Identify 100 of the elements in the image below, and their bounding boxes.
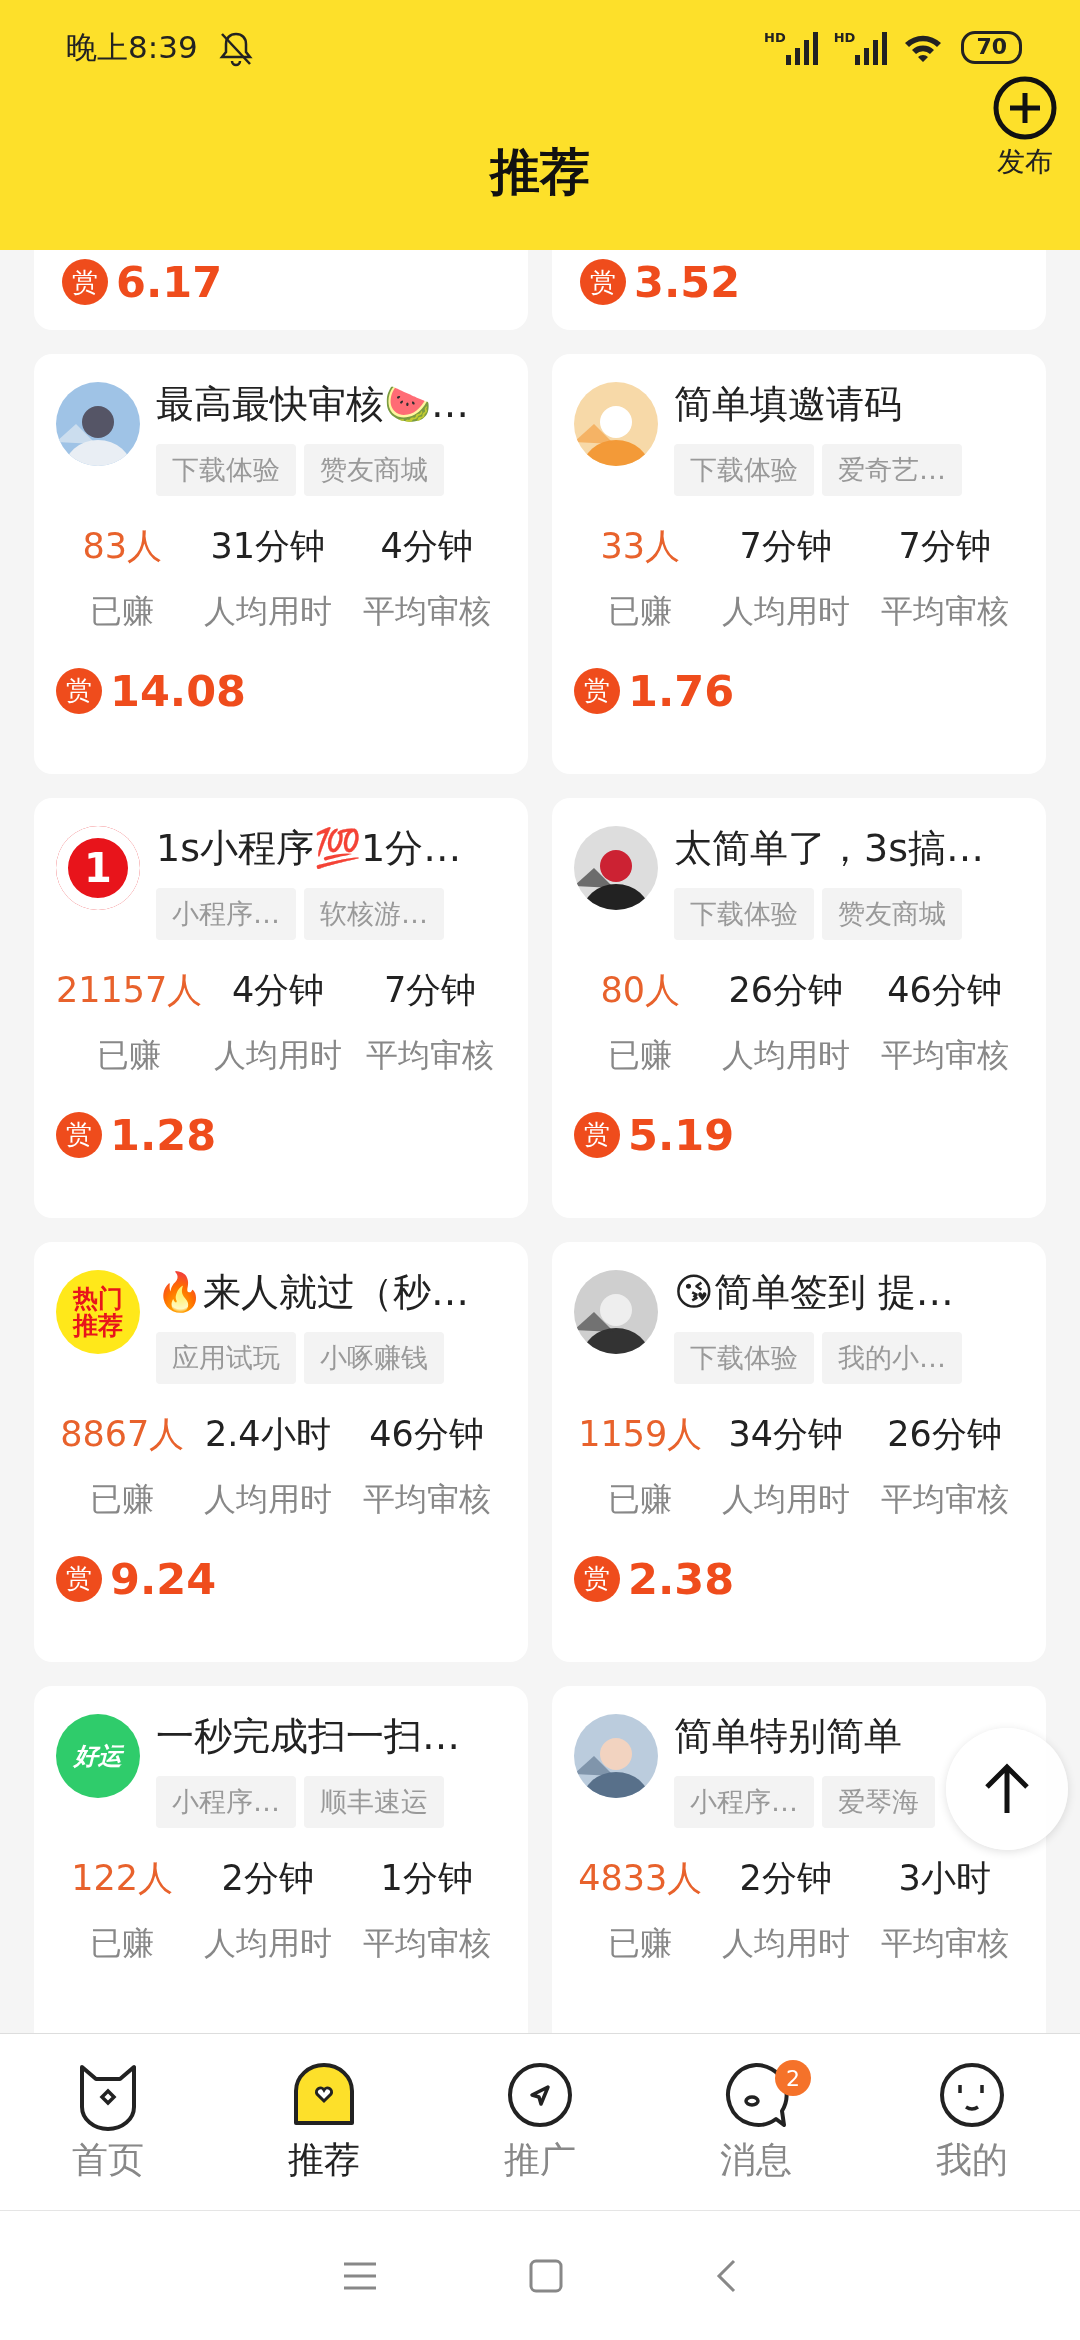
stat-value: 7分钟 xyxy=(382,969,478,1013)
stat-value: 8867人 xyxy=(59,1413,186,1457)
unread-count-badge: 2 xyxy=(775,2060,811,2096)
avatar-badge: 热门推荐 xyxy=(56,1270,140,1354)
task-card[interactable]: 简单特别简单 小程序… 爱琴海 4833人 2分钟 3小时 已赚 人均用时 平均审核 xyxy=(552,1686,1046,2033)
reward-amount: 2.38 xyxy=(628,1552,735,1606)
task-card[interactable]: 热门推荐 🔥来人就过（秒… 应用试玩 小啄赚钱 8867人 2.4小时 46分钟 已赚 人均用时 平均审核 赏 9.24 xyxy=(34,1242,528,1662)
reward-amount: 1.28 xyxy=(110,1108,217,1162)
nav-tab[interactable]: 推荐 xyxy=(249,2056,399,2188)
task-tag: 爱琴海 xyxy=(822,1775,935,1829)
task-title: 1s小程序💯1分… xyxy=(156,826,462,872)
signal-icon xyxy=(785,30,818,65)
stat-label: 平均审核 xyxy=(879,1922,1010,1964)
task-tag: 下载体验 xyxy=(674,443,814,497)
nav-tab[interactable]: 我的 xyxy=(897,2056,1047,2188)
task-tag: 下载体验 xyxy=(156,443,296,497)
reward-icon: 赏 xyxy=(56,1555,102,1602)
reward-amount: 5.19 xyxy=(628,1108,735,1162)
task-tag: 下载体验 xyxy=(674,1331,814,1385)
task-tag: 顺丰速运 xyxy=(304,1775,444,1829)
stat-value: 34分钟 xyxy=(727,1413,845,1457)
stat-label: 人均用时 xyxy=(202,590,333,632)
stat-value: 4分钟 xyxy=(231,969,326,1013)
stat-label: 人均用时 xyxy=(720,1922,851,1964)
task-title: 🔥来人就过（秒… xyxy=(156,1270,469,1316)
battery-icon: 70 xyxy=(961,31,1022,64)
stat-value: 21157人 xyxy=(56,969,203,1013)
nav-tab[interactable]: 推广 xyxy=(465,2056,615,2188)
task-tag: 下载体验 xyxy=(674,887,814,941)
stat-value: 4分钟 xyxy=(379,525,474,569)
task-tag: 软核游… xyxy=(304,887,444,941)
stat-label: 已赚 xyxy=(89,1922,156,1964)
nav-tab[interactable]: 首页 xyxy=(33,2056,183,2188)
publish-button[interactable]: 发布 xyxy=(992,75,1058,183)
reward-icon: 赏 xyxy=(580,259,626,306)
task-card[interactable]: 赏 6.17 xyxy=(34,250,528,330)
stat-label: 平均审核 xyxy=(879,1034,1010,1076)
reward-icon: 赏 xyxy=(56,1111,102,1158)
network-type-label: HD xyxy=(764,30,786,44)
stat-value: 26分钟 xyxy=(886,1413,1003,1457)
stat-label: 已赚 xyxy=(96,1034,163,1076)
stat-label: 已赚 xyxy=(607,1034,674,1076)
reward-icon: 赏 xyxy=(574,1555,620,1602)
task-card[interactable]: 太简单了，3s搞… 下载体验 赞友商城 80人 26分钟 46分钟 已赚 人均用时 平均审核 赏 5.19 xyxy=(552,798,1046,1218)
task-tag: 爱奇艺… xyxy=(822,443,962,497)
task-card[interactable]: 最高最快审核🍉… 下载体验 赞友商城 83人 31分钟 4分钟 已赚 人均用时 平均审核 赏 14.08 xyxy=(34,354,528,774)
stat-label: 平均审核 xyxy=(365,1034,496,1076)
task-title: 太简单了，3s搞… xyxy=(674,826,984,872)
stat-value: 1分钟 xyxy=(379,1857,474,1901)
reward-icon: 赏 xyxy=(574,667,620,714)
status-time: 晚上8:39 xyxy=(66,28,198,68)
reward-icon: 赏 xyxy=(574,1111,620,1158)
stat-value: 80人 xyxy=(599,969,681,1013)
task-card[interactable]: 赏 3.52 xyxy=(552,250,1046,330)
task-card[interactable]: 😘简单签到 提… 下载体验 我的小… 1159人 34分钟 26分钟 已赚 人均用时 平均审核 赏 2.38 xyxy=(552,1242,1046,1662)
avatar-badge: 好运 xyxy=(56,1714,140,1798)
stat-value: 31分钟 xyxy=(209,525,327,569)
stat-label: 人均用时 xyxy=(720,590,851,632)
stat-label: 人均用时 xyxy=(213,1034,344,1076)
home-icon[interactable] xyxy=(528,2257,564,2294)
menu-icon[interactable] xyxy=(342,2260,378,2291)
stat-value: 2分钟 xyxy=(220,1857,315,1901)
rank-badge: 1 xyxy=(56,826,140,910)
stat-value: 3小时 xyxy=(897,1857,992,1901)
stat-value: 7分钟 xyxy=(897,525,992,569)
stat-value: 46分钟 xyxy=(368,1413,485,1457)
task-tag: 赞友商城 xyxy=(304,443,444,497)
stat-label: 平均审核 xyxy=(361,1478,492,1520)
signal-icon xyxy=(855,30,888,65)
stat-label: 平均审核 xyxy=(361,590,492,632)
network-type-label: HD xyxy=(833,30,856,44)
stat-label: 已赚 xyxy=(89,1478,156,1520)
task-card[interactable]: 简单填邀请码 下载体验 爱奇艺… 33人 7分钟 7分钟 已赚 人均用时 平均审核 赏 1.76 xyxy=(552,354,1046,774)
stat-label: 已赚 xyxy=(607,590,674,632)
task-tag: 我的小… xyxy=(822,1331,962,1385)
stat-label: 已赚 xyxy=(607,1922,674,1964)
nav-tab[interactable]: 消息 2 xyxy=(681,2056,831,2188)
reward-amount: 6.17 xyxy=(116,256,223,309)
page-title: 推荐 xyxy=(490,142,590,203)
stat-label: 人均用时 xyxy=(720,1478,851,1520)
task-title: 简单填邀请码 xyxy=(674,382,903,428)
task-tag: 赞友商城 xyxy=(822,887,962,941)
stat-label: 人均用时 xyxy=(720,1034,851,1076)
stat-value: 4833人 xyxy=(577,1857,704,1901)
stat-value: 46分钟 xyxy=(886,969,1003,1013)
reward-amount: 9.24 xyxy=(110,1552,217,1606)
stat-value: 26分钟 xyxy=(727,969,845,1013)
back-icon[interactable] xyxy=(714,2257,738,2294)
task-card[interactable]: 1 1s小程序💯1分… 小程序… 软核游… 21157人 4分钟 7分钟 已赚 人均用时 平均审核 赏 1.28 xyxy=(34,798,528,1218)
stat-label: 平均审核 xyxy=(879,590,1010,632)
reward-icon: 赏 xyxy=(56,667,102,714)
task-tag: 小啄赚钱 xyxy=(304,1331,444,1385)
stat-value: 122人 xyxy=(70,1857,175,1901)
stat-label: 已赚 xyxy=(607,1478,674,1520)
reward-amount: 3.52 xyxy=(634,256,741,309)
task-card[interactable]: 好运 一秒完成扫一扫… 小程序… 顺丰速运 122人 2分钟 1分钟 已赚 人均用时 平均审核 xyxy=(34,1686,528,2033)
stat-value: 2分钟 xyxy=(738,1857,833,1901)
task-title: 😘简单签到 提… xyxy=(674,1270,955,1316)
task-title: 一秒完成扫一扫… xyxy=(156,1714,460,1760)
stat-label: 平均审核 xyxy=(879,1478,1010,1520)
